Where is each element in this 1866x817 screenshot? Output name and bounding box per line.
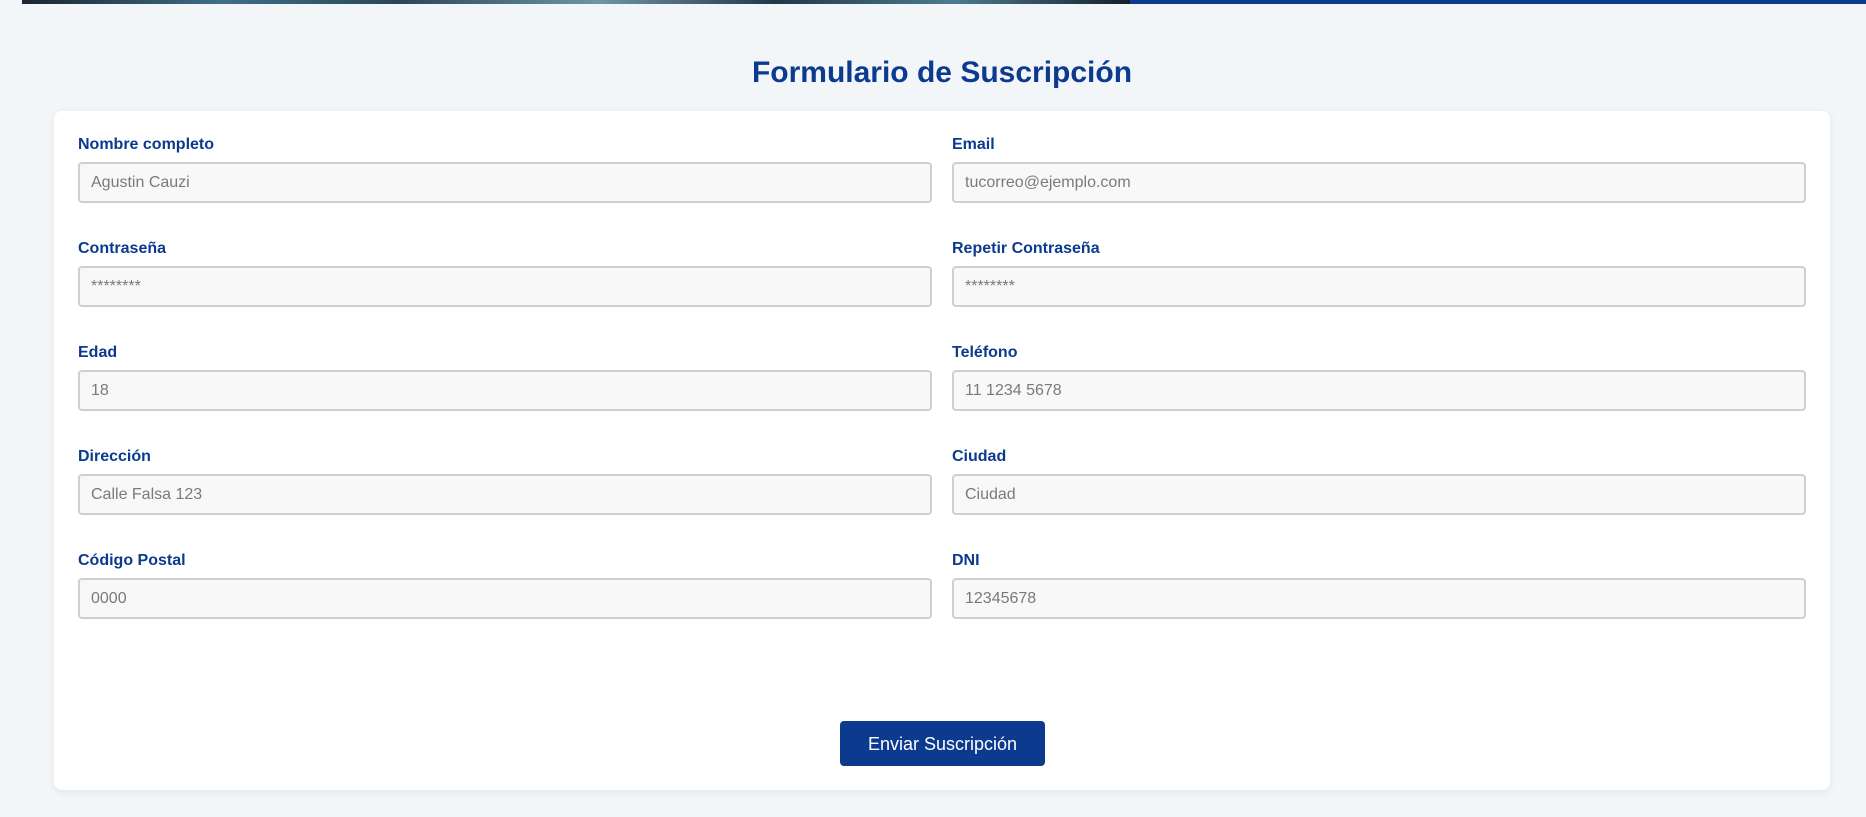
address-input[interactable]: [78, 474, 932, 515]
address-label: Dirección: [78, 448, 151, 465]
submit-subscription-button[interactable]: Enviar Suscripción: [840, 721, 1045, 766]
full-name-field: Nombre completo: [78, 136, 932, 203]
email-input[interactable]: [952, 162, 1806, 203]
city-field: Ciudad: [952, 448, 1806, 515]
age-label: Edad: [78, 344, 118, 361]
phone-field: Teléfono: [952, 344, 1806, 411]
dni-field: DNI: [952, 552, 1806, 619]
dni-input[interactable]: [952, 578, 1806, 619]
postal-code-label: Código Postal: [78, 552, 186, 569]
full-name-label: Nombre completo: [78, 136, 215, 153]
address-field: Dirección: [78, 448, 932, 515]
repeat-password-label: Repetir Contraseña: [952, 240, 1100, 257]
phone-label: Teléfono: [952, 344, 1018, 361]
page-title: Formulario de Suscripción: [751, 56, 1133, 89]
age-input[interactable]: [78, 370, 932, 411]
postal-code-input[interactable]: [78, 578, 932, 619]
email-field: Email: [952, 136, 1806, 203]
postal-code-field: Código Postal: [78, 552, 932, 619]
form-fields-grid: Nombre completo Email Contraseña Repetir…: [78, 136, 1806, 619]
age-field: Edad: [78, 344, 932, 411]
city-label: Ciudad: [952, 448, 1007, 465]
hero-image-strip: [22, 0, 1130, 4]
password-input[interactable]: [78, 266, 932, 307]
repeat-password-field: Repetir Contraseña: [952, 240, 1806, 307]
email-label: Email: [952, 136, 995, 153]
password-field: Contraseña: [78, 240, 932, 307]
full-name-input[interactable]: [78, 162, 932, 203]
dni-label: DNI: [952, 552, 980, 569]
phone-input[interactable]: [952, 370, 1806, 411]
subscription-form: Nombre completo Email Contraseña Repetir…: [54, 111, 1830, 790]
header-accent-bar: [1130, 0, 1866, 4]
repeat-password-input[interactable]: [952, 266, 1806, 307]
password-label: Contraseña: [78, 240, 167, 257]
city-input[interactable]: [952, 474, 1806, 515]
